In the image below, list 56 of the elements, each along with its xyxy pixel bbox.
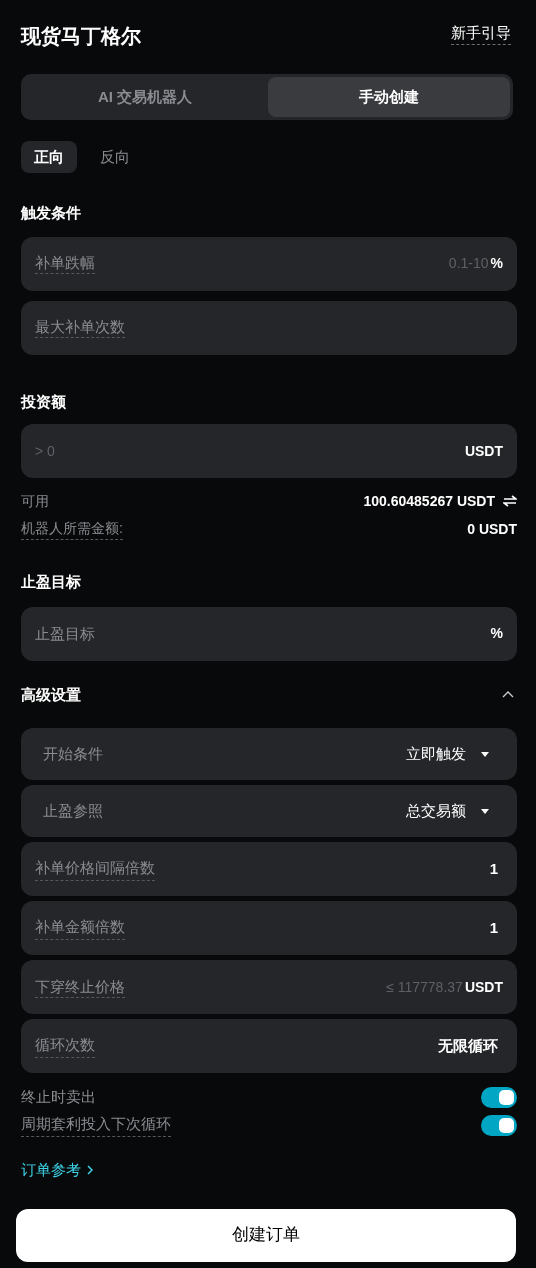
select-value: 立即触发 <box>406 743 466 764</box>
required-amount-value: 0 USDT <box>467 519 517 539</box>
create-order-button[interactable]: 创建订单 <box>16 1208 516 1262</box>
select-field[interactable]: 止盈参照 总交易额 <box>21 785 517 837</box>
input-field[interactable]: 最大补单次数 <box>21 300 517 355</box>
value-input[interactable]: ≤ 117778.37 <box>125 976 463 998</box>
unit-label: USDT <box>464 977 503 997</box>
caret-icon <box>480 750 490 758</box>
input-field[interactable]: 补单金额倍数 1 <box>21 901 517 955</box>
section-heading: 高级设置 <box>21 684 81 705</box>
input-field[interactable]: 止盈目标 % <box>21 606 517 661</box>
mode-tab[interactable]: AI 交易机器人 <box>24 77 266 117</box>
value-input[interactable]: > 0 <box>35 440 463 462</box>
input-field[interactable]: 补单价格间隔倍数 1 <box>21 842 517 896</box>
field-value: 无限循环 <box>438 1035 498 1056</box>
toggle-switch[interactable] <box>481 1086 517 1108</box>
caret-icon <box>480 807 490 815</box>
field-label: 下穿终止价格 <box>35 976 125 998</box>
field-label: 补单跌幅 <box>35 253 95 274</box>
toggle-label: 周期套利投入下次循环 <box>21 1113 171 1137</box>
field-label: 补单价格间隔倍数 <box>35 857 155 881</box>
chevron-up-icon[interactable] <box>502 691 514 699</box>
available-value: 100.60485267 USDT <box>363 491 495 511</box>
input-field[interactable]: > 0 USDT <box>21 424 517 478</box>
page-title: 现货马丁格尔 <box>21 24 141 49</box>
available-label: 可用 <box>21 491 49 511</box>
input-field[interactable]: 下穿终止价格 ≤ 117778.37 USDT <box>21 960 517 1014</box>
chevron-right-icon <box>87 1165 93 1176</box>
field-value: 1 <box>489 917 498 938</box>
direction-tab[interactable]: 正向 <box>21 141 77 173</box>
section-heading: 止盈目标 <box>21 572 82 592</box>
toggle-switch[interactable] <box>481 1114 517 1136</box>
direction-tab[interactable]: 反向 <box>87 141 143 173</box>
swap-icon[interactable] <box>503 495 517 507</box>
required-amount-label: 机器人所需金额: <box>21 518 123 540</box>
order-reference-link[interactable]: 订单参考 <box>21 1159 93 1182</box>
unit-label: USDT <box>464 441 503 461</box>
field-label: 补单金额倍数 <box>35 916 125 940</box>
field-label: 循环次数 <box>35 1034 95 1058</box>
input-field[interactable]: 补单跌幅 0.1-10% <box>21 236 517 291</box>
field-label: 止盈目标 <box>35 623 95 644</box>
field-value: 1 <box>489 858 498 879</box>
value-input[interactable]: 0.1-10 <box>95 253 489 274</box>
select-field[interactable]: 开始条件 立即触发 <box>21 728 517 780</box>
unit-label: % <box>490 254 503 273</box>
section-heading: 投资额 <box>21 391 67 412</box>
field-label: 开始条件 <box>43 743 103 764</box>
field-label: 止盈参照 <box>43 800 103 821</box>
unit-label: % <box>490 624 503 643</box>
guide-link[interactable]: 新手引导 <box>451 22 511 45</box>
toggle-label: 终止时卖出 <box>21 1086 96 1107</box>
section-heading: 触发条件 <box>21 203 82 223</box>
input-field[interactable]: 循环次数 无限循环 <box>21 1019 517 1073</box>
field-label: 最大补单次数 <box>35 317 125 338</box>
mode-tab[interactable]: 手动创建 <box>268 77 510 117</box>
select-value: 总交易额 <box>406 800 466 821</box>
